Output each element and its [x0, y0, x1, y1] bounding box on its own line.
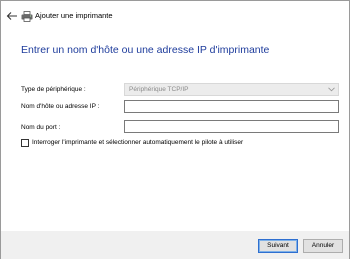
- device-type-value: Périphérique TCP/IP: [129, 86, 189, 93]
- port-name-label: Nom du port :: [21, 124, 61, 131]
- cancel-button[interactable]: Annuler: [303, 239, 343, 253]
- page-heading: Entrer un nom d'hôte ou une adresse IP d…: [21, 44, 270, 56]
- device-type-select[interactable]: Périphérique TCP/IP: [124, 83, 339, 96]
- window-title: Ajouter une imprimante: [35, 11, 113, 20]
- back-arrow-icon[interactable]: [6, 11, 18, 21]
- title-bar: Ajouter une imprimante: [1, 1, 349, 31]
- printer-icon: [21, 11, 33, 22]
- next-button[interactable]: Suivant: [258, 239, 298, 253]
- autodetect-driver-checkbox[interactable]: [21, 139, 29, 147]
- add-printer-window: Ajouter une imprimante Entrer un nom d'h…: [0, 0, 350, 259]
- port-name-input[interactable]: [124, 120, 339, 133]
- wizard-footer: Suivant Annuler: [1, 231, 349, 259]
- hostname-label: Nom d'hôte ou adresse IP :: [21, 103, 100, 110]
- chevron-down-icon: [328, 87, 335, 92]
- autodetect-driver-label: Interroger l'imprimante et sélectionner …: [32, 139, 244, 146]
- device-type-label: Type de périphérique :: [21, 86, 86, 93]
- hostname-input[interactable]: [124, 100, 339, 113]
